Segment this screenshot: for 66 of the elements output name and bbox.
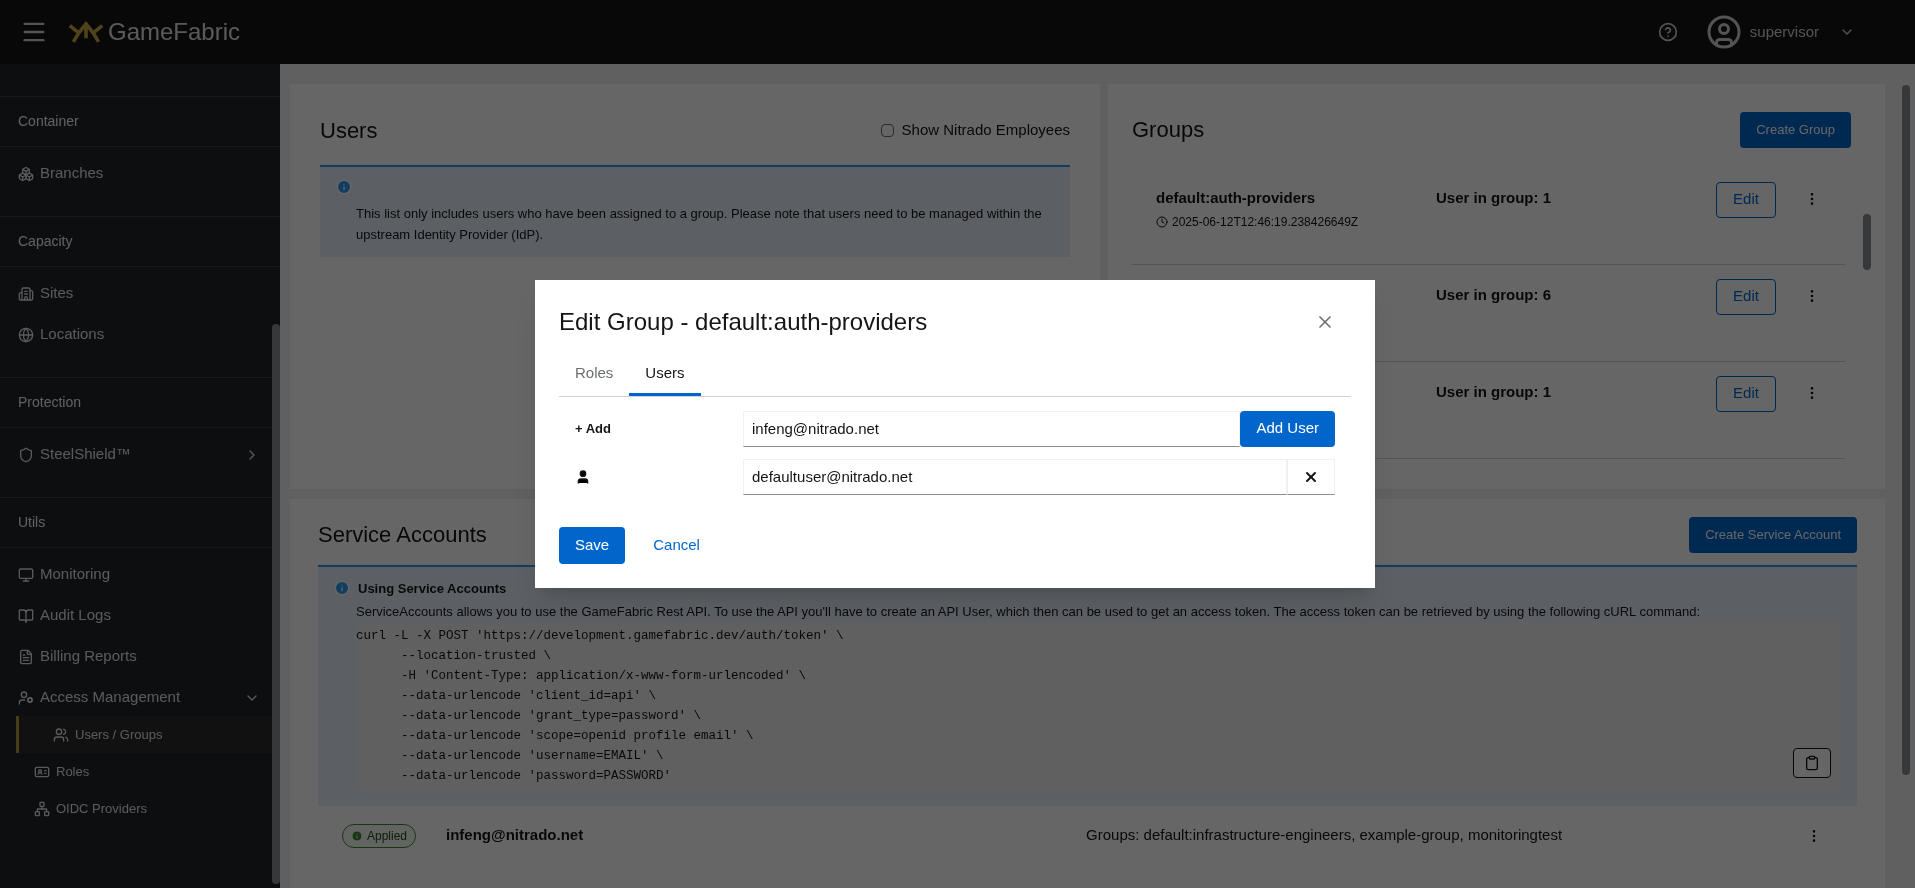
account-groups: Groups: default:infrastructure-engineers, example-group, monitoringtest [1086,824,1806,847]
panel-title: Service Accounts [318,521,487,550]
user-gear-icon [18,689,34,706]
add-label: + Add [574,419,612,438]
save-button[interactable]: Save [559,526,626,564]
info-icon [351,829,363,842]
help-icon[interactable] [1657,22,1678,42]
show-employees-checkbox[interactable]: Show Nitrado Employees [880,119,1070,142]
code-line: --data-urlencode 'password=PASSWORD' [400,767,672,785]
shield-icon [18,446,34,463]
remove-button[interactable] [1287,458,1335,495]
monitor-icon [18,566,34,583]
avatar-icon [1705,14,1742,50]
code-line: --location-trusted \ [400,647,552,665]
member-field[interactable]: defaultuser@nitrado.net [743,458,1287,495]
dialog-title: Edit Group - default:auth-providers [559,307,928,337]
code-line: --data-urlencode 'grant_type=password' \ [400,707,702,725]
copy-button[interactable] [1793,747,1831,778]
group-name: default:auth-providers [1156,187,1317,208]
cubes-icon [18,165,34,182]
scrollbar [1863,214,1871,270]
info-text: ServiceAccounts allows you to use the GameFabric Rest API. To use the API you'll have to create an API User, which then can be used to get an access token. The access token can be retrieved by using the following cURL command: [356,603,1702,621]
group-user-count: User in group: 6 [1436,284,1552,305]
create-group-button[interactable]: Create Group [1740,112,1851,148]
edit-button[interactable]: Edit [1716,375,1776,412]
network-icon [34,800,50,817]
code-line: --data-urlencode 'client_id=api' \ [400,687,657,705]
book-icon [18,607,34,624]
info-text: This list only includes users who have been assigned to a group. Please note that users need to be managed within the upstream Identity Provider (IdP). [356,205,1043,244]
clipboard-icon [1804,754,1820,771]
add-user-field[interactable]: infeng@nitrado.net [743,410,1241,447]
group-user-count: User in group: 1 [1436,187,1552,208]
info-icon [334,580,350,597]
info-title: Using Service Accounts [358,579,507,598]
create-service-account-button[interactable]: Create Service Account [1689,517,1857,553]
building-icon [18,285,34,302]
group-user-count: User in group: 1 [1436,381,1552,402]
panel-title: Groups [1132,116,1205,145]
edit-button[interactable]: Edit [1716,181,1776,218]
dialog-tab[interactable]: Users [629,354,701,396]
panel-title: Users [320,117,378,145]
user-menu[interactable]: supervisor [1705,14,1855,50]
cancel-link[interactable]: Cancel [637,526,716,564]
code-line: --data-urlencode 'scope=openid profile email' \ [400,727,754,745]
users-icon [53,726,69,743]
code-line: --data-urlencode 'username=EMAIL' \ [400,747,664,765]
group-timestamp: 2025-06-12T12:46:19.238426649Z [1172,214,1359,231]
globe-icon [18,326,34,343]
add-user-button[interactable]: Add User [1240,410,1335,447]
code-line: -H 'Content-Type: application/x-www-form-urlencoded' \ [400,667,807,685]
code-line: curl -L -X POST 'https://development.gamefabric.dev/auth/token' \ [356,627,844,645]
section-title: Capacity [17,232,74,251]
sidebar-item[interactable]: Sites [0,275,280,312]
document-icon [18,648,34,665]
section-title: Protection [17,393,83,412]
info-icon [336,179,352,195]
sidebar-item[interactable]: Branches [0,155,280,192]
user-icon [575,468,591,485]
brand-name: GameFabric [108,17,241,47]
section-title: Container [17,112,80,131]
clock-icon [1156,216,1168,228]
status-badge: Applied [342,823,417,848]
edit-button[interactable]: Edit [1716,278,1776,315]
account-email: infeng@nitrado.net [446,825,585,846]
section-title: Utils [17,513,47,532]
dialog-tab[interactable]: Roles [559,354,630,396]
